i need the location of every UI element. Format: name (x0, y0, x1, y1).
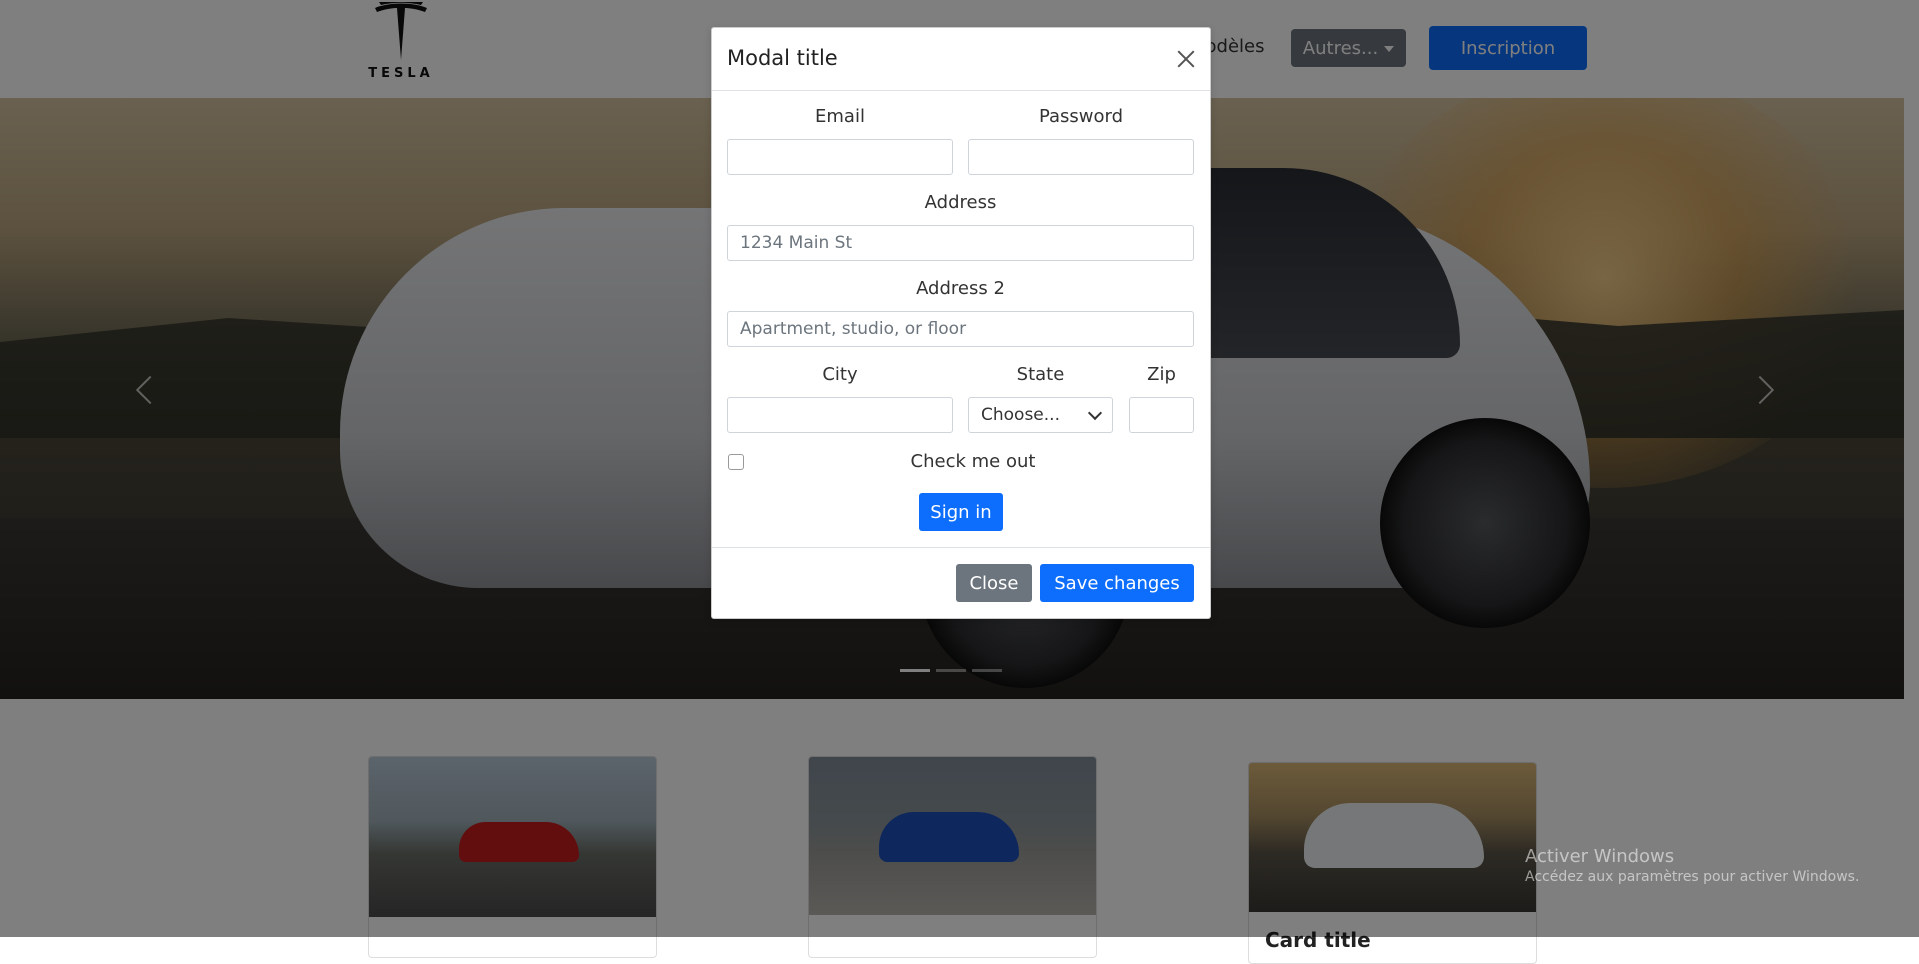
zip-label: Zip (1147, 364, 1176, 385)
close-button[interactable]: Close (956, 564, 1032, 602)
address-label: Address (924, 192, 997, 213)
watermark-line-2: Accédez aux paramètres pour activer Wind… (1525, 869, 1860, 885)
windows-activation-watermark: Activer Windows Accédez aux paramètres p… (1525, 846, 1859, 885)
address2-field[interactable] (727, 311, 1194, 347)
password-label: Password (1038, 106, 1124, 127)
signup-modal: Modal title Email Password Address Addre… (711, 27, 1211, 619)
state-label: State (1016, 364, 1065, 385)
address-field[interactable] (727, 225, 1194, 261)
password-field[interactable] (968, 139, 1194, 175)
state-selected-value: Choose... (981, 405, 1060, 425)
state-select[interactable]: Choose... (968, 397, 1113, 433)
save-changes-button[interactable]: Save changes (1040, 564, 1194, 602)
email-field[interactable] (727, 139, 953, 175)
sign-in-button[interactable]: Sign in (919, 493, 1003, 531)
watermark-line-1: Activer Windows (1525, 846, 1675, 867)
city-field[interactable] (727, 397, 953, 433)
zip-field[interactable] (1129, 397, 1194, 433)
check-me-out-label: Check me out (910, 451, 1036, 472)
check-me-out-checkbox[interactable] (728, 454, 744, 470)
modal-header: Modal title (712, 28, 1210, 91)
modal-title: Modal title (727, 46, 838, 70)
modal-footer: Close Save changes (712, 547, 1210, 619)
close-icon[interactable] (1175, 48, 1197, 70)
chevron-down-icon (1087, 405, 1103, 421)
city-label: City (822, 364, 858, 385)
address2-label: Address 2 (916, 278, 1005, 299)
email-label: Email (815, 106, 865, 127)
